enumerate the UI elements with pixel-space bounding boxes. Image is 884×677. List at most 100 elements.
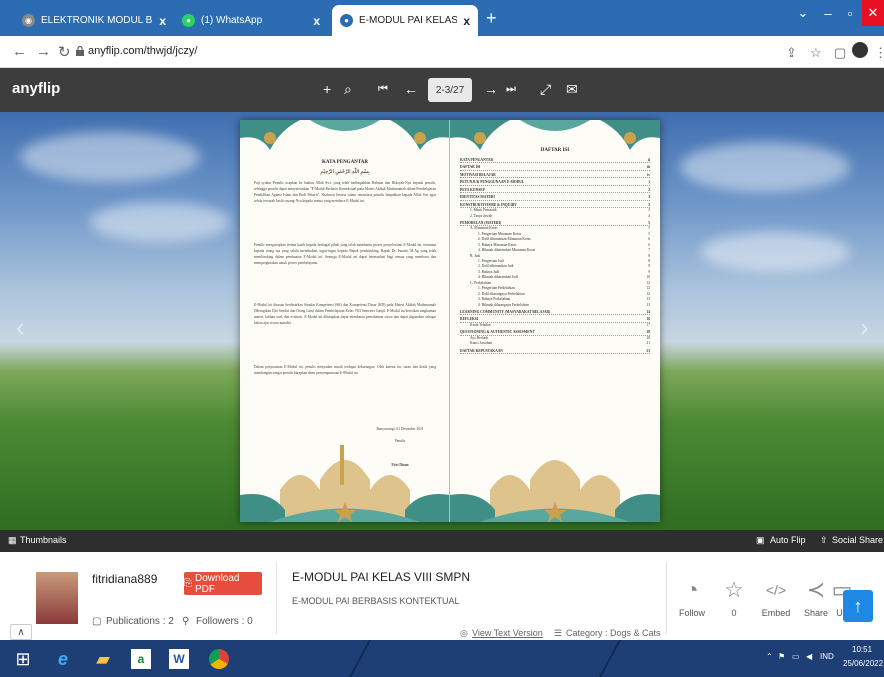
paragraph: Penulis mengucapkan terima kasih kepada … [254, 243, 436, 266]
store-icon[interactable]: a [126, 644, 156, 674]
clock-date[interactable]: 25/06/2022 [843, 659, 883, 668]
side-panel-icon[interactable]: ▢ [834, 45, 846, 61]
tab-whatsapp[interactable]: ● (1) WhatsApp x [174, 5, 328, 36]
prev-page-icon[interactable]: ← [404, 81, 418, 97]
menu-kebab-icon[interactable]: ⋮ [874, 45, 884, 61]
toc-entry-title: QUESTIONING & AUTHENTIC ASSESMENT [460, 330, 535, 335]
close-window-icon[interactable]: ✕ [862, 0, 884, 26]
input-language[interactable]: IND [820, 652, 834, 661]
anyflip-icon: ● [340, 14, 353, 27]
taskbar-decoration [349, 640, 621, 677]
book-page-right: DAFTAR ISI KATA PENGANTAR ii DAFTAR ISI iii… [450, 120, 660, 522]
basmalah-text: بِسْمِ اللّٰهِ الرَّحْمٰنِ الرَّحِيْمِ [320, 170, 370, 175]
mosque-ornament [240, 445, 449, 522]
internet-explorer-icon[interactable]: e [48, 644, 78, 674]
world-icon: ◉ [22, 14, 35, 27]
anyflip-logo[interactable]: anyflip [12, 80, 60, 97]
forward-icon[interactable]: → [36, 43, 51, 60]
volume-icon[interactable]: ◀ [806, 652, 812, 661]
auto-flip-icon[interactable]: ▣ [756, 535, 765, 546]
view-text-version-link[interactable]: View Text Version [472, 628, 543, 638]
publications-count[interactable]: Publications : 2 [106, 616, 174, 627]
back-icon[interactable]: ← [12, 43, 27, 60]
browser-tab-strip: ◉ ELEKTRONIK MODUL BERBASIS I x ● (1) Wh… [0, 0, 884, 36]
book-title: E-MODUL PAI KELAS VIII SMPN [292, 570, 471, 584]
bookmark-star-icon[interactable]: ☆ [810, 45, 822, 61]
toc-entry: DAFTAR ISI iii [460, 165, 650, 171]
minimize-icon[interactable]: – [818, 0, 838, 26]
category-link[interactable]: Category : Dogs & Cats [566, 628, 661, 638]
toc-entry-title: REFLEKSI [460, 317, 479, 322]
next-page-icon[interactable]: → [484, 81, 498, 97]
tab-emodul[interactable]: ● E-MODUL PAI KELAS VIII SMPN x [332, 5, 478, 36]
toc-entry: MOTIVASI BELAJAR iv [460, 173, 650, 179]
tab-elektronik-modul[interactable]: ◉ ELEKTRONIK MODUL BERBASIS I x [14, 5, 174, 36]
share-page-icon[interactable]: ⇪ [786, 45, 797, 61]
grid-icon[interactable]: ▦ [8, 535, 17, 546]
chrome-icon[interactable] [204, 644, 234, 674]
network-icon[interactable]: ▭ [792, 652, 800, 661]
view-text-icon: ◎ [460, 628, 468, 638]
tab-close-icon[interactable]: x [463, 14, 470, 28]
follow-button[interactable]: ◔ Follow [672, 576, 712, 618]
toc-entry: KATA PENGANTAR ii [460, 158, 650, 164]
tray-chevron-icon[interactable]: ⌃ [766, 652, 773, 661]
page-number-input[interactable]: 2-3/27 [428, 78, 472, 102]
social-share-button[interactable]: Social Share [832, 535, 883, 545]
paragraph: Dalam penyusunan E-Modul ini, penulis me… [254, 365, 436, 376]
rss-icon: ◔ [685, 577, 699, 602]
toc-entry-title: Kunci Jawaban [470, 341, 493, 346]
tab-search-icon[interactable]: ⌄ [790, 0, 816, 26]
flipbook-viewer: ‹ › KATA PENGANTAR بِسْمِ اللّٰهِ الرَّح… [0, 112, 884, 530]
publications-icon: ▢ [92, 616, 102, 627]
embed-button[interactable]: </> Embed [756, 576, 796, 618]
pdf-icon: ⎘ [184, 578, 192, 589]
toc-entry-page: 5 [648, 220, 650, 225]
toc-entry: Kisah Teladan 17 [460, 323, 650, 328]
screen: ◉ ELEKTRONIK MODUL BERBASIS I x ● (1) Wh… [0, 0, 884, 677]
toc-entry-title: 2. Tanya Jawab [470, 213, 493, 218]
arrow-up-icon: ↑ [853, 595, 863, 616]
reload-icon[interactable]: ↻ [58, 43, 71, 61]
zoom-in-icon[interactable]: + [323, 81, 331, 97]
mail-icon[interactable]: ✉ [566, 81, 578, 98]
divider [666, 562, 667, 634]
viewer-bottom-bar: ▦ Thumbnails ▣ Auto Flip ⇧ Social Share [0, 530, 884, 552]
thumbnails-button[interactable]: Thumbnails [20, 535, 67, 545]
followers-count[interactable]: Followers : 0 [196, 616, 253, 627]
windows-start-icon[interactable]: ⊞ [8, 644, 38, 674]
toc-entry-page: 23 [646, 348, 650, 353]
tab-close-icon[interactable]: x [159, 14, 166, 28]
auto-flip-button[interactable]: Auto Flip [770, 535, 806, 545]
book-cover-thumbnail[interactable] [36, 572, 78, 624]
last-page-icon[interactable]: ⏭ [506, 83, 516, 96]
tab-close-icon[interactable]: x [313, 14, 320, 28]
url-field[interactable]: anyflip.com/thwjd/jczy/ [88, 45, 197, 57]
toc-entry: PETUNJUK PENGGUNAAN E-MODUL 1 [460, 180, 650, 186]
sky-cloud [90, 202, 230, 242]
maximize-icon[interactable]: ▫ [840, 0, 860, 26]
book-spread[interactable]: KATA PENGANTAR بِسْمِ اللّٰهِ الرَّحْمٰن… [240, 120, 660, 522]
username-link[interactable]: fitridiana889 [92, 572, 157, 586]
next-arrow-icon[interactable]: › [860, 312, 869, 343]
fullscreen-icon[interactable]: ⤢ [540, 81, 551, 98]
toc-entry-page: 14 [646, 309, 650, 314]
clock-time[interactable]: 10:51 [852, 645, 872, 654]
word-glyph: W [169, 649, 189, 669]
download-pdf-button[interactable]: ⎘ Download PDF [184, 572, 262, 595]
new-tab-button[interactable]: + [486, 9, 497, 27]
back-to-top-button[interactable]: ↑ [843, 590, 873, 622]
prev-arrow-icon[interactable]: ‹ [16, 312, 25, 343]
first-page-icon[interactable]: ⏮ [378, 83, 388, 96]
like-button[interactable]: ☆ 0 [714, 576, 754, 618]
category-icon: ☰ [554, 628, 563, 638]
file-explorer-icon[interactable]: ▰ [88, 644, 118, 674]
toc-entry-page: 2 [648, 187, 650, 192]
flag-icon[interactable]: ⚑ [778, 652, 785, 661]
search-icon[interactable]: ⌕ [344, 81, 352, 98]
collapse-chevron-icon[interactable]: ∧ [10, 624, 32, 640]
profile-avatar[interactable] [852, 42, 868, 58]
social-share-icon[interactable]: ⇧ [820, 535, 828, 546]
word-icon[interactable]: W [164, 644, 194, 674]
toc-entry: Kunci Jawaban 21 [460, 341, 650, 346]
